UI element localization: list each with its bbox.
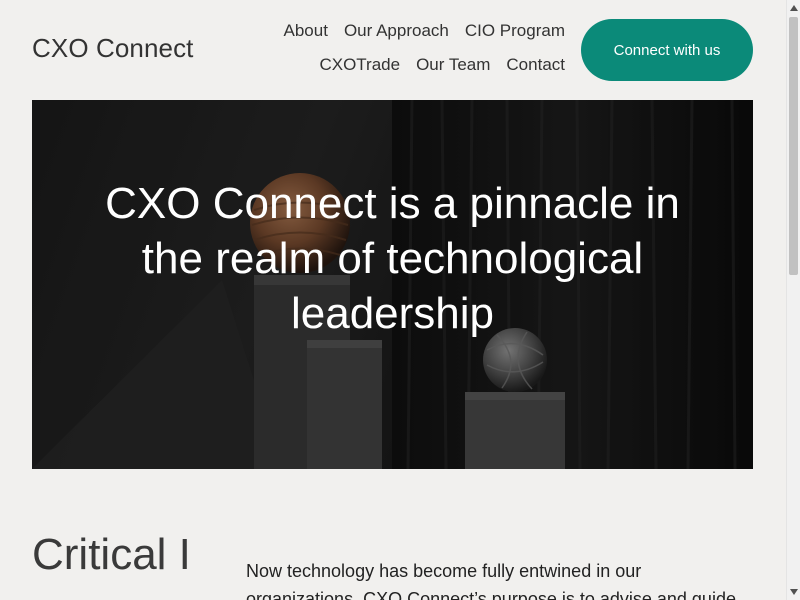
nav-row-secondary: CXOTrade Our Team Contact: [265, 54, 565, 76]
scrollbar-thumb[interactable]: [789, 17, 798, 275]
hero-banner: CXO Connect is a pinnacle in the realm o…: [32, 100, 753, 469]
nav-link-cio-program[interactable]: CIO Program: [465, 20, 565, 42]
hero-title: CXO Connect is a pinnacle in the realm o…: [105, 179, 680, 338]
nav-link-contact[interactable]: Contact: [506, 54, 565, 76]
nav-link-our-team[interactable]: Our Team: [416, 54, 490, 76]
site-logo[interactable]: CXO Connect: [32, 33, 194, 64]
triangle-up-icon[interactable]: [787, 0, 800, 16]
nav-link-cxotrade[interactable]: CXOTrade: [319, 54, 400, 76]
section-heading: Critical I: [32, 530, 191, 579]
page: CXO Connect About Our Approach CIO Progr…: [0, 0, 786, 600]
nav-link-about[interactable]: About: [284, 20, 328, 42]
nav-row-primary: About Our Approach CIO Program: [265, 20, 565, 42]
section-body-text: Now technology has become fully entwined…: [246, 561, 736, 600]
main-nav: About Our Approach CIO Program CXOTrade …: [265, 20, 565, 76]
connect-with-us-button[interactable]: Connect with us: [581, 19, 753, 81]
nav-link-our-approach[interactable]: Our Approach: [344, 20, 449, 42]
triangle-down-icon[interactable]: [787, 584, 800, 600]
vertical-scrollbar[interactable]: [786, 0, 800, 600]
